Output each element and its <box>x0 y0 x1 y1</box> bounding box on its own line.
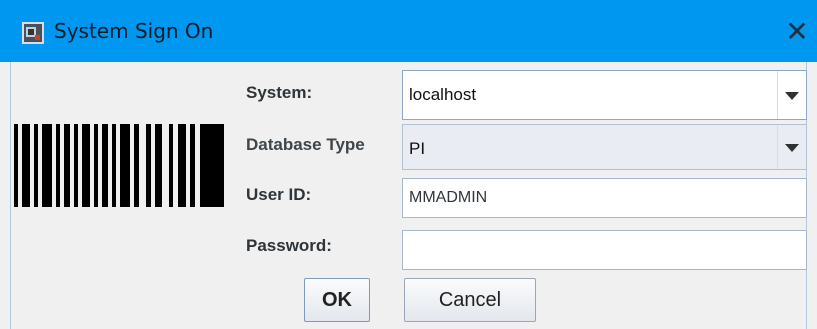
chevron-down-icon <box>785 144 799 152</box>
cancel-button[interactable]: Cancel <box>404 278 536 322</box>
database-type-dropdown[interactable]: PI <box>402 124 807 170</box>
user-id-label: User ID: <box>246 185 312 204</box>
password-field[interactable] <box>402 230 807 270</box>
window-title: System Sign On <box>54 19 214 43</box>
system-dropdown[interactable]: localhost <box>402 70 807 120</box>
system-value: localhost <box>409 85 477 104</box>
sign-on-window: System Sign On ✕ System: localhost Datab… <box>0 0 817 329</box>
user-id-field[interactable] <box>402 178 807 218</box>
database-type-label: Database Type <box>246 135 365 154</box>
title-bar[interactable]: System Sign On ✕ <box>0 0 817 62</box>
system-label: System: <box>246 83 313 102</box>
ok-button[interactable]: OK <box>304 278 370 322</box>
database-type-dropdown-toggle[interactable] <box>777 125 806 169</box>
system-dropdown-toggle[interactable] <box>777 71 806 119</box>
barcode-icon <box>14 124 224 207</box>
password-label: Password: <box>246 236 332 255</box>
close-icon[interactable]: ✕ <box>777 12 817 52</box>
database-type-value: PI <box>409 139 426 158</box>
chevron-down-icon <box>785 92 799 100</box>
app-icon <box>22 22 44 44</box>
